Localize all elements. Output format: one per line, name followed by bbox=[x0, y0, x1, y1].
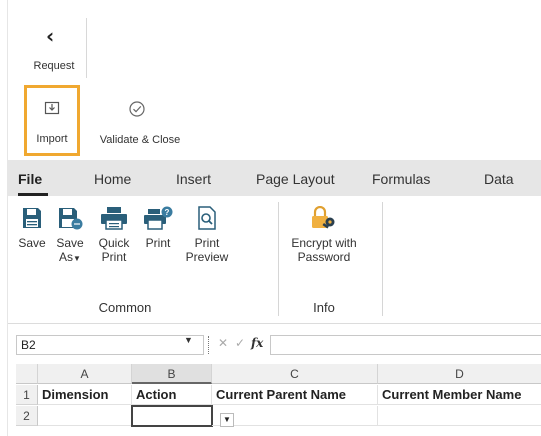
print-preview-label-2: Preview bbox=[185, 250, 229, 264]
cell-d1[interactable]: Current Member Name bbox=[378, 385, 541, 405]
request-back-button[interactable]: ‹ Request bbox=[24, 20, 84, 76]
tab-insert[interactable]: Insert bbox=[176, 160, 211, 196]
print-preview-label: Print bbox=[194, 236, 220, 250]
cell-b2-selected[interactable] bbox=[131, 405, 213, 427]
save-label: Save bbox=[18, 236, 46, 250]
import-icon bbox=[44, 101, 60, 115]
save-as-label-2: As▼ bbox=[52, 250, 88, 266]
enter-check-icon[interactable]: ✓ bbox=[235, 336, 245, 350]
row-header-1[interactable]: 1 bbox=[16, 385, 38, 405]
cell-dropdown-icon[interactable]: ▼ bbox=[220, 413, 234, 427]
validate-close-button[interactable]: Validate & Close bbox=[88, 88, 192, 154]
tab-file[interactable]: File bbox=[18, 160, 42, 196]
request-label: Request bbox=[33, 60, 75, 72]
quick-print-label-2: Print bbox=[101, 250, 127, 264]
save-as-text: As bbox=[59, 250, 74, 264]
row-header-2[interactable]: 2 bbox=[16, 406, 38, 426]
formula-bar: B2 ▼ ✕ ✓ fx bbox=[8, 332, 541, 358]
cell-c1[interactable]: Current Parent Name bbox=[212, 385, 378, 405]
svg-text:?: ? bbox=[165, 208, 170, 217]
cell-a1[interactable]: Dimension bbox=[38, 385, 132, 405]
group-separator bbox=[278, 202, 279, 316]
group-separator bbox=[382, 202, 383, 316]
print-preview-button[interactable]: Print Preview bbox=[180, 206, 234, 264]
quick-print-label: Quick bbox=[98, 236, 130, 250]
name-box-dropdown-icon[interactable]: ▼ bbox=[184, 335, 193, 345]
quick-print-button[interactable]: Quick Print bbox=[92, 206, 136, 264]
column-header-d[interactable]: D bbox=[378, 364, 541, 384]
import-label: Import bbox=[36, 133, 68, 145]
save-as-label: Save bbox=[56, 236, 84, 250]
formula-input[interactable] bbox=[270, 335, 541, 355]
save-icon bbox=[23, 208, 41, 228]
column-header-c[interactable]: C bbox=[212, 364, 378, 384]
print-button[interactable]: ? Print bbox=[140, 206, 176, 250]
ribbon-tab-bar: File Home Insert Page Layout Formulas Da… bbox=[8, 160, 541, 196]
cancel-icon[interactable]: ✕ bbox=[218, 336, 228, 350]
print-preview-icon bbox=[198, 206, 216, 230]
save-as-icon bbox=[59, 208, 83, 230]
cell-c2[interactable] bbox=[212, 406, 378, 426]
print-label: Print bbox=[145, 236, 171, 250]
formula-bar-grip bbox=[208, 336, 209, 354]
cell-d2[interactable] bbox=[378, 406, 541, 426]
save-as-button[interactable]: Save As▼ bbox=[52, 206, 88, 266]
tab-page-layout[interactable]: Page Layout bbox=[256, 160, 335, 196]
dropdown-caret-icon: ▼ bbox=[73, 254, 81, 263]
function-icon[interactable]: fx bbox=[251, 336, 263, 350]
chevron-left-icon: ‹ bbox=[46, 24, 55, 48]
cell-a2[interactable] bbox=[38, 406, 132, 426]
save-button[interactable]: Save bbox=[16, 206, 48, 250]
column-header-b[interactable]: B bbox=[132, 364, 212, 384]
encrypt-label: Encrypt with bbox=[291, 236, 357, 250]
tab-home[interactable]: Home bbox=[94, 160, 131, 196]
quick-print-icon bbox=[101, 207, 127, 230]
common-group-label: Common bbox=[98, 300, 152, 315]
window-left-edge bbox=[0, 0, 8, 436]
select-all-corner[interactable] bbox=[16, 364, 38, 384]
encrypt-label-2: Password bbox=[297, 250, 351, 264]
check-circle-icon bbox=[129, 101, 145, 117]
ribbon-panel: Save Save As▼ Quick Print ? Print Print … bbox=[8, 196, 541, 324]
import-button[interactable]: Import bbox=[24, 85, 80, 156]
info-group-label: Info bbox=[313, 300, 335, 315]
lock-key-icon bbox=[312, 206, 335, 229]
name-box[interactable]: B2 bbox=[16, 335, 204, 355]
cell-b1[interactable]: Action bbox=[132, 385, 212, 405]
validate-close-label: Validate & Close bbox=[99, 134, 181, 146]
panel-separator bbox=[86, 18, 87, 78]
column-header-a[interactable]: A bbox=[38, 364, 132, 384]
encrypt-with-password-button[interactable]: Encrypt with Password bbox=[284, 206, 364, 264]
spreadsheet-grid: A B C D 1 2 Dimension Action Current Par… bbox=[8, 364, 541, 436]
print-icon: ? bbox=[144, 206, 173, 230]
tab-formulas[interactable]: Formulas bbox=[372, 160, 430, 196]
tab-data[interactable]: Data bbox=[484, 160, 514, 196]
